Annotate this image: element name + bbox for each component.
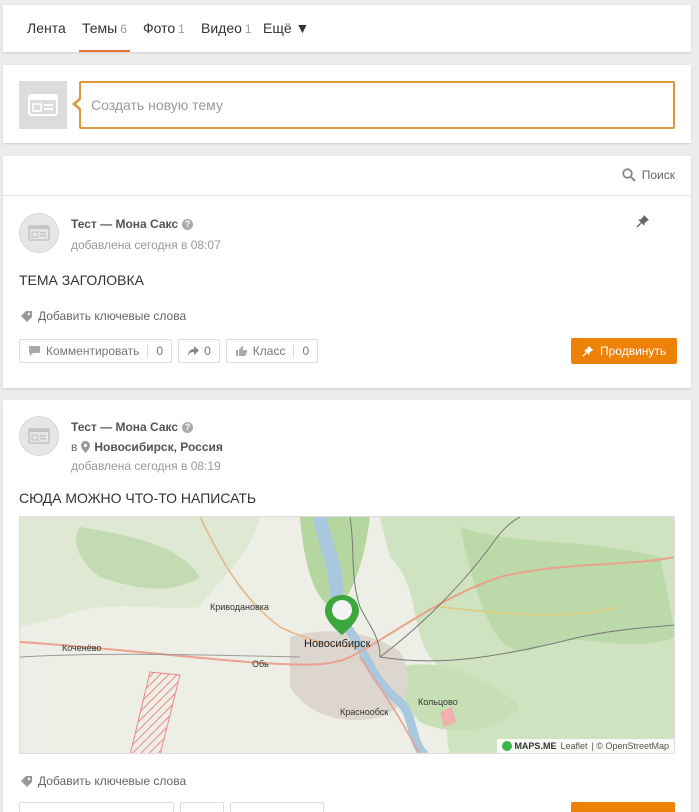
location-pin-icon — [81, 441, 91, 453]
promote-button[interactable] — [571, 802, 675, 812]
topics-tabs-bar: Лента Темы 6 Фото 1 Видео 1 Ещё ▼ — [3, 5, 691, 52]
map-label-koltsovo: Кольцово — [418, 697, 458, 707]
like-button[interactable] — [230, 802, 324, 812]
topic-icon — [28, 428, 50, 444]
new-topic-field — [72, 81, 675, 129]
post-date: добавлена сегодня в 08:07 — [71, 238, 221, 252]
post-location[interactable]: в Новосибирск, Россия — [71, 440, 223, 454]
mapsme-link[interactable]: MAPS.ME — [502, 741, 556, 751]
comment-count: 0 — [147, 344, 171, 358]
topic-icon — [28, 94, 58, 116]
map-label-kochenevo: Коченёво — [62, 643, 101, 653]
post-title[interactable]: ТЕМА ЗАГОЛОВКА — [19, 272, 144, 288]
comment-button[interactable] — [19, 802, 174, 812]
post-title[interactable]: СЮДА МОЖНО ЧТО-ТО НАПИСАТЬ — [19, 490, 256, 506]
share-arrow-icon — [188, 346, 200, 356]
tab-video[interactable]: Видео 1 — [201, 5, 252, 52]
leaflet-link[interactable]: Leaflet — [560, 741, 587, 751]
map-label-ob: Обь — [252, 659, 269, 669]
new-topic-input[interactable] — [81, 83, 673, 127]
add-keywords-link[interactable]: Добавить ключевые слова — [20, 774, 186, 788]
help-icon[interactable]: ? — [182, 421, 194, 433]
search-icon — [622, 168, 636, 182]
post-actions — [19, 802, 324, 812]
pin-icon[interactable] — [636, 214, 650, 231]
promote-button[interactable]: Продвинуть — [571, 338, 678, 364]
comment-button[interactable]: Комментировать 0 — [19, 339, 173, 363]
mapsme-logo-icon — [502, 741, 513, 751]
tag-icon — [21, 310, 32, 322]
post-author[interactable]: Тест — Мона Сакс? — [71, 217, 194, 231]
search-label: Поиск — [641, 168, 675, 182]
avatar[interactable] — [19, 416, 59, 456]
search-bar: Поиск — [3, 156, 691, 196]
like-button[interactable]: Класс 0 — [225, 339, 319, 363]
topic-post-1: Поиск Тест — Мона Сакс? добавлена сегодн… — [3, 156, 691, 388]
map-attribution: MAPS.ME Leaflet | © OpenStreetMap — [497, 739, 674, 753]
map-label-krivodanovka: Криводановка — [210, 602, 269, 612]
post-author[interactable]: Тест — Мона Сакс? — [71, 420, 194, 434]
post-date: добавлена сегодня в 08:19 — [71, 459, 221, 473]
map-label-novosibirsk: Новосибирск — [304, 638, 371, 650]
share-button[interactable]: 0 — [178, 339, 220, 363]
tab-topics[interactable]: Темы 6 — [79, 5, 130, 52]
tab-photo[interactable]: Фото 1 — [143, 5, 185, 52]
help-icon[interactable]: ? — [182, 218, 194, 230]
tab-more[interactable]: Ещё ▼ — [263, 5, 309, 52]
comment-icon — [29, 346, 40, 356]
group-avatar — [19, 81, 67, 129]
topic-icon — [28, 225, 50, 241]
new-topic-panel — [3, 65, 691, 143]
avatar[interactable] — [19, 213, 59, 253]
tag-icon — [21, 775, 32, 787]
thumbs-up-icon — [235, 346, 247, 356]
like-count: 0 — [293, 344, 317, 358]
osm-link[interactable]: | © OpenStreetMap — [591, 741, 669, 751]
map-canvas: Криводановка Новосибирск Коченёво Обь Кр… — [20, 517, 674, 753]
location-map[interactable]: Криводановка Новосибирск Коченёво Обь Кр… — [19, 516, 675, 754]
share-count: 0 — [204, 344, 211, 358]
share-button[interactable] — [180, 802, 224, 812]
topic-post-2: Тест — Мона Сакс? в Новосибирск, Россия … — [3, 400, 691, 812]
post-actions: Комментировать 0 0 Класс 0 — [19, 339, 319, 363]
search-button[interactable]: Поиск — [622, 168, 675, 182]
add-keywords-link[interactable]: Добавить ключевые слова — [20, 309, 186, 323]
tab-feed[interactable]: Лента — [27, 5, 66, 52]
pin-icon — [582, 345, 594, 357]
map-label-krasnoobsk: Краснообск — [340, 707, 388, 717]
